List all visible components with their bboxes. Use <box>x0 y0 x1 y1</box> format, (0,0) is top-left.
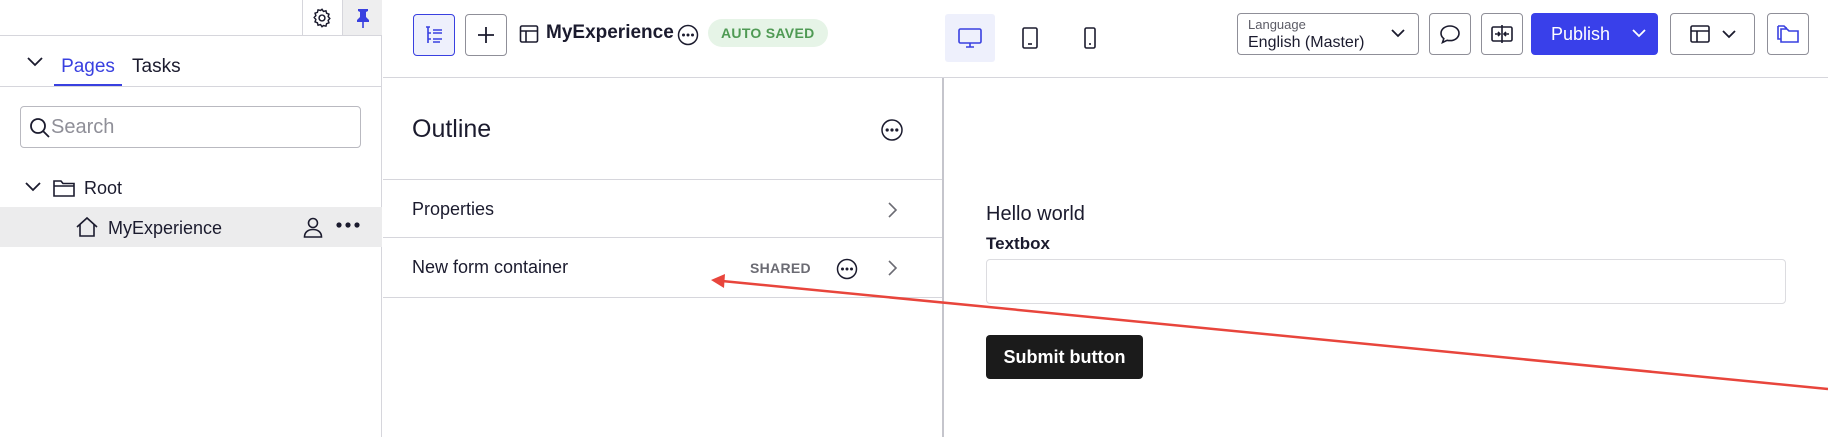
language-caption: Language <box>1248 17 1306 32</box>
outline-panel: Outline Properties New form container SH… <box>383 78 944 437</box>
search-icon <box>29 117 51 139</box>
page-title: MyExperience <box>546 22 674 43</box>
outline-row-label: Properties <box>412 199 495 219</box>
top-toolbar: MyExperience AUTO SAVED Language English… <box>383 0 1828 78</box>
chevron-down-icon[interactable] <box>1631 28 1647 39</box>
desktop-view-button[interactable] <box>945 14 995 62</box>
language-select[interactable]: Language English (Master) <box>1237 13 1419 55</box>
shared-badge: SHARED <box>750 260 811 276</box>
mobile-view-button[interactable] <box>1065 14 1115 62</box>
tablet-view-button[interactable] <box>1005 14 1055 62</box>
textbox-label: Textbox <box>986 234 1050 253</box>
comment-icon <box>1440 25 1460 44</box>
outline-options-icon[interactable] <box>880 118 904 142</box>
sidebar-tabs: Pages Tasks <box>0 36 382 87</box>
form-container-options-icon[interactable] <box>836 258 858 280</box>
hello-heading: Hello world <box>986 203 1085 225</box>
layout-menu-button[interactable] <box>1670 13 1755 55</box>
outline-toggle-button[interactable] <box>413 14 455 56</box>
chevron-down-icon <box>1390 28 1406 39</box>
outline-row-label: New form container <box>412 257 569 277</box>
chevron-down-icon <box>1721 29 1736 38</box>
outline-title: Outline <box>412 115 492 143</box>
folders-button[interactable] <box>1767 13 1809 55</box>
page-options-icon[interactable] <box>677 24 699 46</box>
textbox-input[interactable] <box>986 259 1786 304</box>
pin-sidebar-button[interactable] <box>342 0 382 35</box>
mobile-icon <box>1084 27 1096 49</box>
sidebar-topbar <box>0 0 382 36</box>
plus-icon <box>478 27 494 43</box>
autosave-status-badge: AUTO SAVED <box>708 19 828 47</box>
page-layout-icon <box>519 24 539 44</box>
folder-icon <box>52 178 76 198</box>
outline-row-properties[interactable]: Properties <box>383 179 942 238</box>
sidebar-search <box>20 106 361 148</box>
tree-node-root[interactable]: Root <box>0 170 382 206</box>
compare-button[interactable] <box>1481 13 1523 55</box>
page-canvas: Hello world Textbox Submit button <box>945 78 1828 437</box>
left-sidebar: Pages Tasks Root MyExperience <box>0 0 382 437</box>
chevron-right-icon <box>886 201 898 219</box>
tab-pages[interactable]: Pages <box>54 50 122 86</box>
tablet-icon <box>1022 27 1038 49</box>
tree-node-label: MyExperience <box>108 218 223 238</box>
settings-button[interactable] <box>302 0 340 35</box>
tree-list-icon <box>426 26 442 43</box>
submit-button[interactable]: Submit button <box>986 335 1143 379</box>
gear-icon <box>312 7 331 28</box>
chevron-down-icon[interactable] <box>24 181 42 193</box>
search-input[interactable] <box>51 107 351 147</box>
add-button[interactable] <box>465 14 507 56</box>
user-icon[interactable] <box>302 216 324 238</box>
pin-icon <box>356 8 369 28</box>
collapse-chevron-icon[interactable] <box>26 56 44 68</box>
language-value: English (Master) <box>1248 34 1365 51</box>
tab-tasks[interactable]: Tasks <box>128 50 185 86</box>
comments-button[interactable] <box>1429 13 1471 55</box>
tree-node-label: Root <box>84 178 123 198</box>
compare-icon <box>1491 25 1513 43</box>
publish-button[interactable]: Publish <box>1531 13 1658 55</box>
tree-node-myexperience[interactable]: MyExperience <box>0 207 382 247</box>
layout-icon <box>1689 25 1710 43</box>
more-options-icon[interactable] <box>336 221 360 229</box>
desktop-icon <box>958 28 982 48</box>
folders-icon <box>1777 25 1799 43</box>
outline-row-form-container[interactable]: New form container SHARED <box>383 238 942 298</box>
publish-label: Publish <box>1551 24 1611 44</box>
chevron-right-icon <box>886 259 898 277</box>
home-icon <box>75 216 99 238</box>
